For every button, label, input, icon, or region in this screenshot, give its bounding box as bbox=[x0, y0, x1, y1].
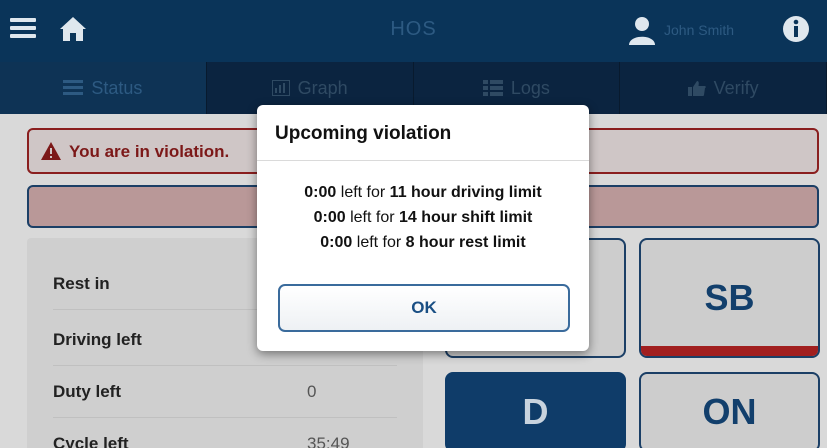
violation-line: 0:00 left for 14 hour shift limit bbox=[313, 209, 533, 226]
violation-list: 0:00 left for 11 hour driving limit 0:00… bbox=[257, 180, 589, 255]
violation-line: 0:00 left for 11 hour driving limit bbox=[304, 184, 542, 201]
violation-line: 0:00 left for 8 hour rest limit bbox=[320, 234, 526, 251]
upcoming-violation-dialog: Upcoming violation 0:00 left for 11 hour… bbox=[257, 105, 589, 351]
ok-button[interactable]: OK bbox=[278, 284, 570, 332]
divider bbox=[257, 160, 589, 161]
dialog-title: Upcoming violation bbox=[275, 123, 452, 144]
